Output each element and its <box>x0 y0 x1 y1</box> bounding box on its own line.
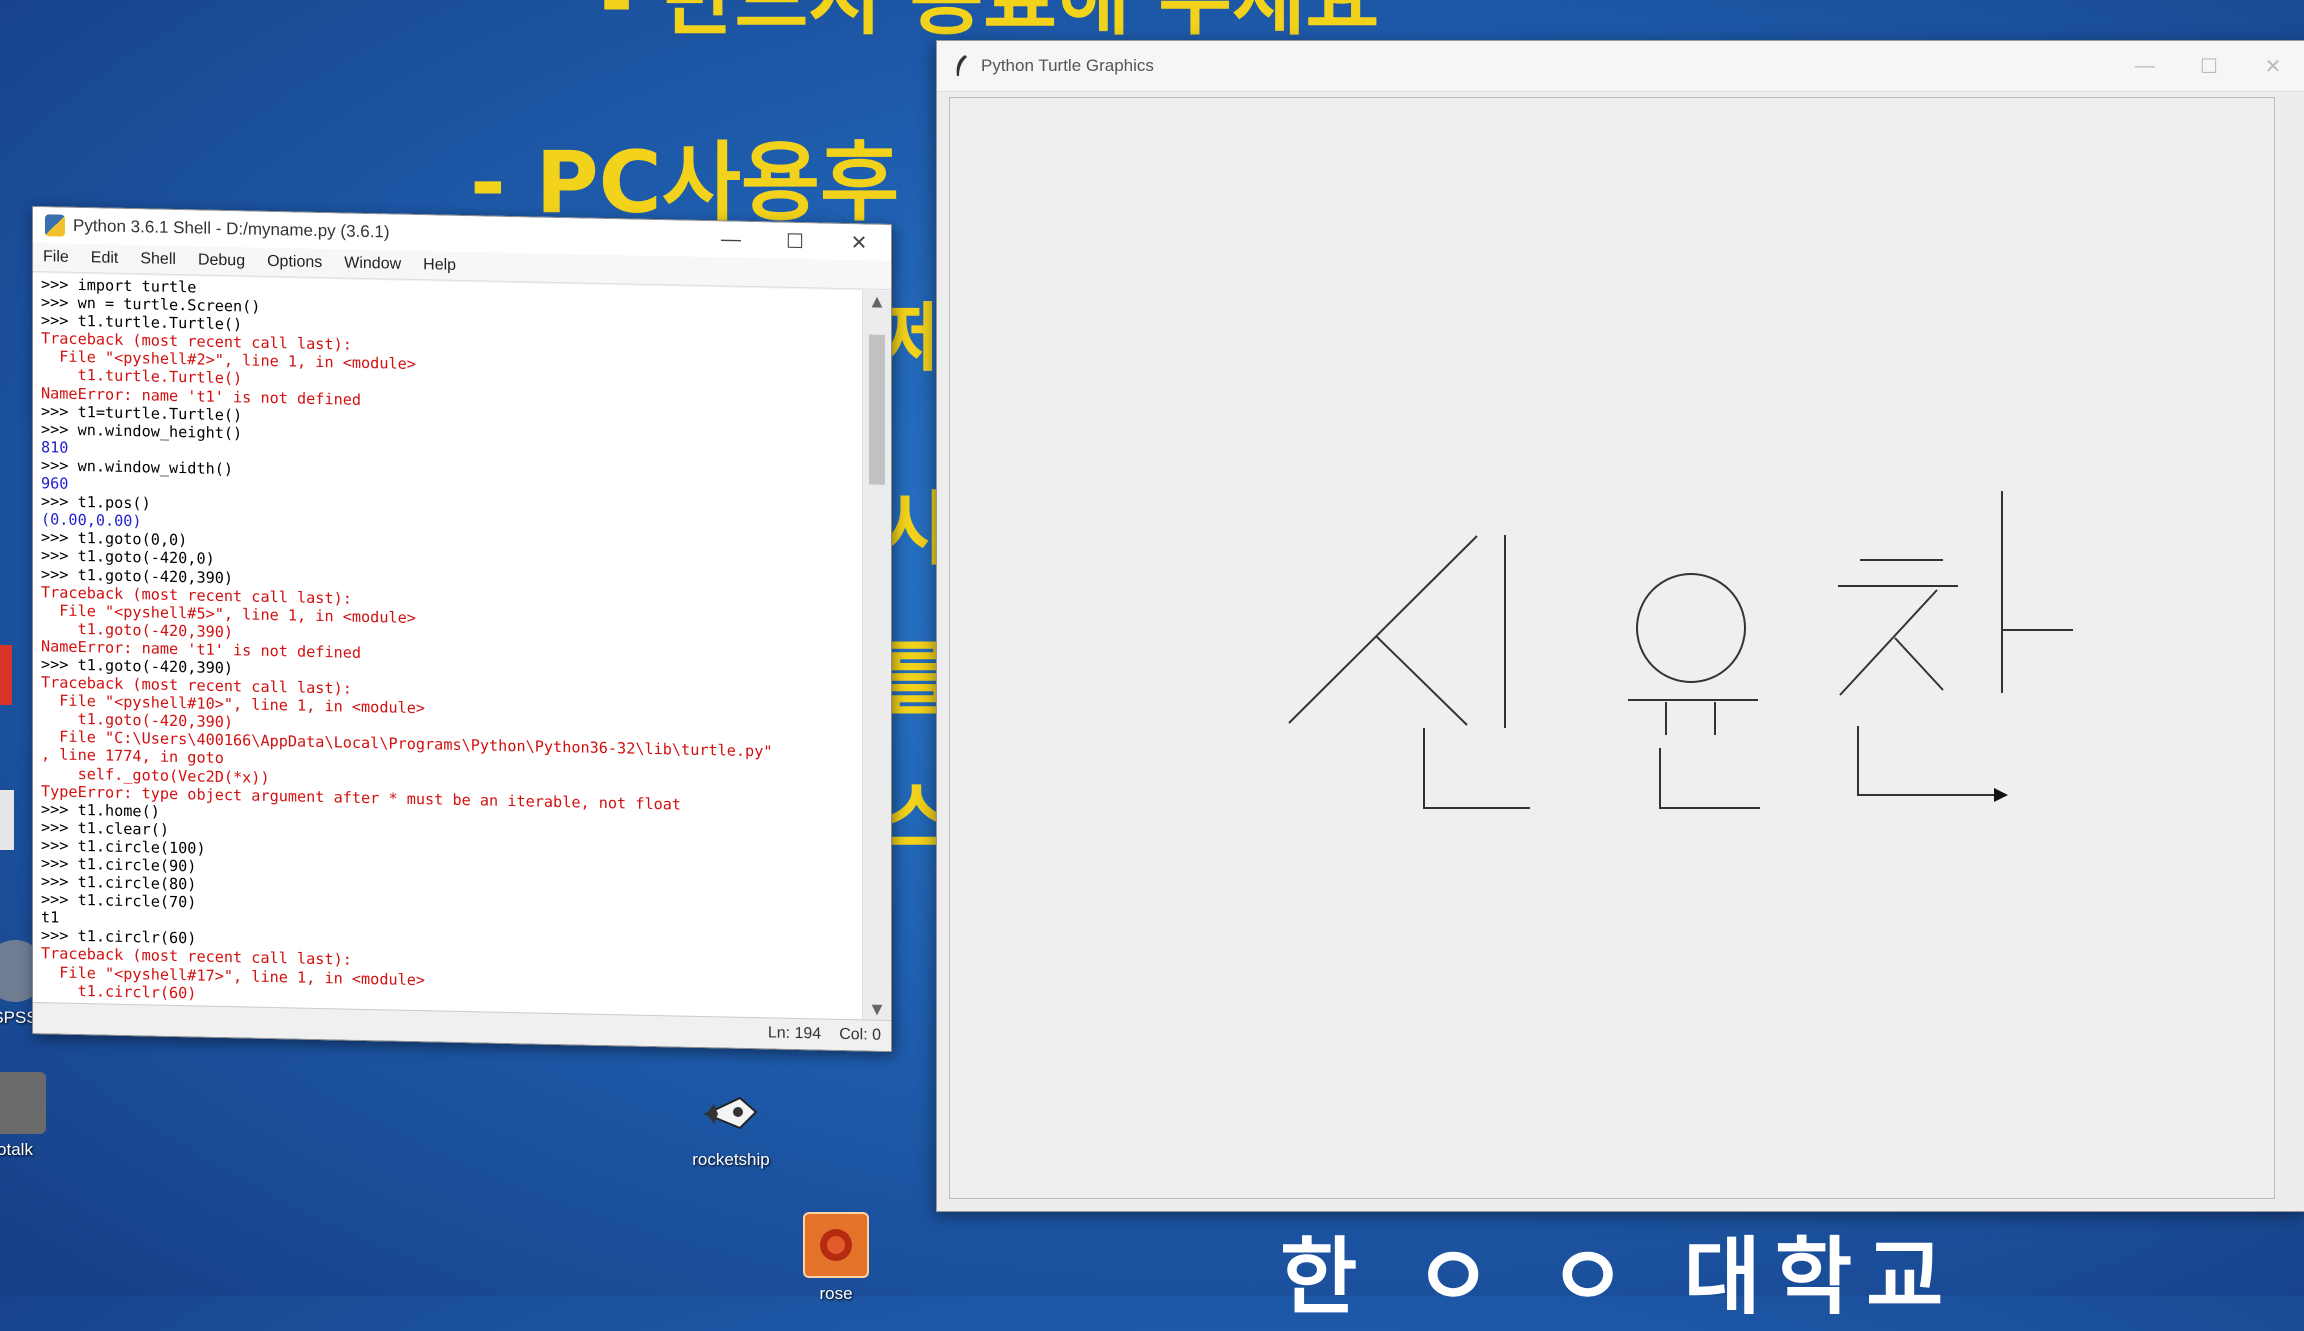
stroke <box>1375 635 1468 726</box>
desktop-icon-label: rose <box>819 1284 853 1303</box>
maximize-icon: ☐ <box>786 230 804 253</box>
minimize-button[interactable]: — <box>699 221 763 258</box>
menu-edit[interactable]: Edit <box>91 249 119 268</box>
menu-window[interactable]: Window <box>344 255 401 274</box>
turtle-titlebar[interactable]: Python Turtle Graphics — ☐ ✕ <box>937 41 2304 92</box>
wallpaper-banner-text: - 반드시 종료해 주세요 <box>600 0 1379 40</box>
minimize-button[interactable]: — <box>2113 48 2177 84</box>
idle-shell-window[interactable]: Python 3.6.1 Shell - D:/myname.py (3.6.1… <box>32 206 892 1053</box>
menu-file[interactable]: File <box>43 248 69 267</box>
stroke <box>1423 728 1530 809</box>
scrollbar-thumb[interactable] <box>869 334 885 485</box>
maximize-button[interactable]: ☐ <box>2177 48 2241 84</box>
close-button[interactable]: ✕ <box>827 224 891 261</box>
minimize-icon: — <box>721 227 741 251</box>
desktop-icon-rocketship[interactable]: rocketship <box>676 1082 786 1170</box>
maximize-button[interactable]: ☐ <box>763 222 827 259</box>
stroke <box>1636 573 1746 683</box>
scroll-up-arrow-icon[interactable]: ▲ <box>863 290 891 313</box>
rose-icon <box>803 1212 869 1278</box>
menu-debug[interactable]: Debug <box>198 251 245 270</box>
turtle-drawing <box>1288 491 2073 809</box>
turtle-graphics-window[interactable]: Python Turtle Graphics — ☐ ✕ <box>936 40 2304 1212</box>
shell-text-area[interactable]: >>> import turtle >>> wn = turtle.Screen(… <box>33 273 863 1021</box>
stroke <box>1857 726 1996 796</box>
desktop-icon-otalk[interactable]: otalk <box>0 1072 70 1160</box>
turtle-cursor-icon <box>1994 788 2008 802</box>
rocketship-icon <box>700 1082 762 1144</box>
shell-window-title: Python 3.6.1 Shell - D:/myname.py (3.6.1… <box>73 215 390 242</box>
stroke <box>1659 748 1760 809</box>
close-button[interactable]: ✕ <box>2241 48 2304 84</box>
line-number-status: Ln: 194 <box>767 1024 822 1043</box>
minimize-icon: — <box>2135 54 2155 77</box>
shell-vertical-scrollbar[interactable]: ▲ ▼ <box>862 290 891 1021</box>
column-number-status: Col: 0 <box>839 1025 881 1044</box>
wallpaper-banner-text: - PC사용후 <box>470 133 900 233</box>
turtle-canvas[interactable] <box>949 97 2275 1199</box>
turtle-window-title: Python Turtle Graphics <box>981 56 1154 75</box>
python-icon <box>45 214 65 237</box>
desktop-icon-rose[interactable]: rose <box>781 1212 891 1304</box>
close-icon: ✕ <box>2264 55 2282 78</box>
university-logo: 한 ㅇ ㅇ 대학교 <box>1280 1228 1958 1326</box>
partial-desktop-icon[interactable] <box>0 790 14 850</box>
menu-shell[interactable]: Shell <box>140 250 176 269</box>
otalk-icon <box>0 1072 46 1134</box>
desktop-icon-label: otalk <box>0 1140 33 1159</box>
close-icon: ✕ <box>850 231 868 254</box>
feather-icon <box>956 55 967 76</box>
scroll-down-arrow-icon[interactable]: ▼ <box>863 998 891 1021</box>
stroke <box>1894 637 1944 691</box>
desktop-icon-label: rocketship <box>692 1150 770 1169</box>
partial-desktop-icon[interactable] <box>0 645 12 705</box>
stroke <box>1839 589 1938 696</box>
menu-options[interactable]: Options <box>267 253 322 272</box>
stroke <box>1288 535 1478 724</box>
maximize-icon: ☐ <box>2200 55 2218 78</box>
menu-help[interactable]: Help <box>423 256 456 275</box>
